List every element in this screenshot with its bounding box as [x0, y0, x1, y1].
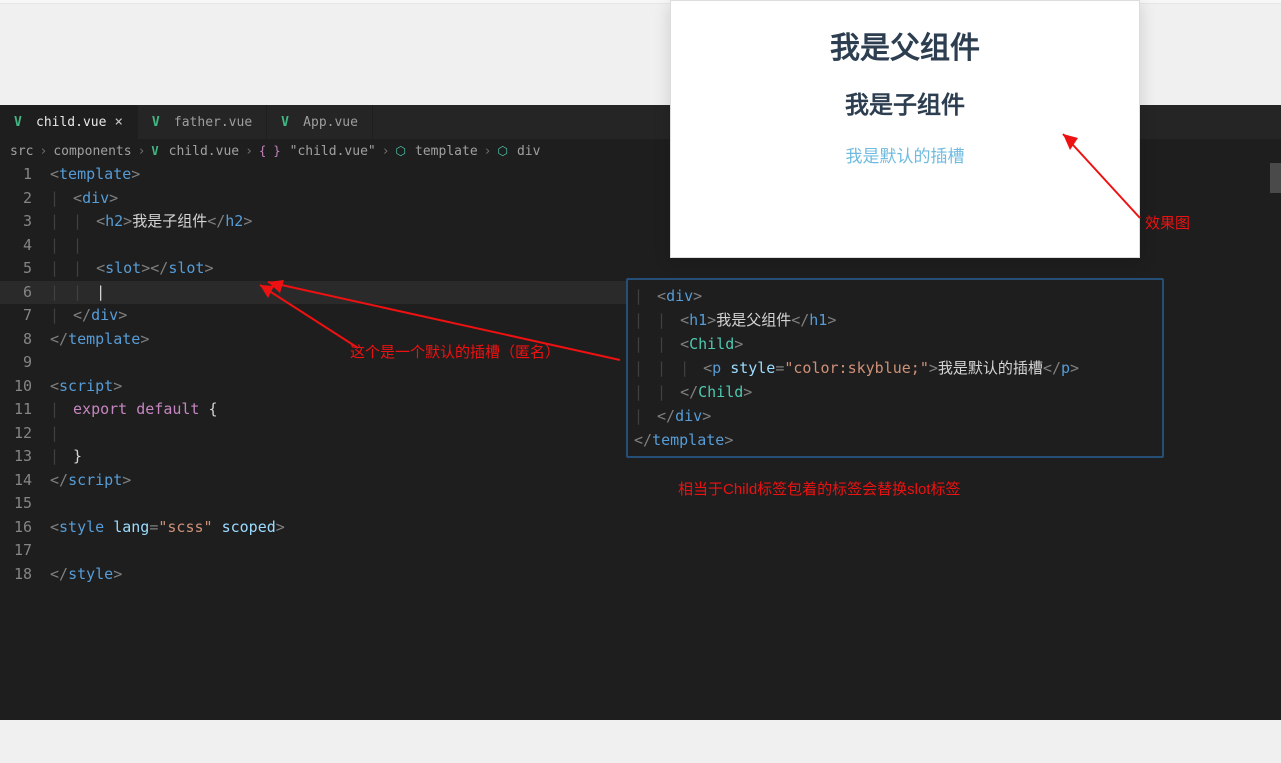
tab-father-vue[interactable]: father.vue — [138, 105, 267, 139]
vue-icon — [152, 115, 166, 129]
vue-icon — [151, 144, 162, 159]
line-number: 16 — [0, 516, 50, 540]
line-number: 10 — [0, 375, 50, 399]
cube-icon — [497, 144, 510, 159]
line-number: 3 — [0, 210, 50, 234]
render-preview-panel: 我是父组件 我是子组件 我是默认的插槽 — [670, 0, 1140, 258]
breadcrumb-item[interactable]: template — [415, 144, 478, 159]
line-number: 8 — [0, 328, 50, 352]
line-number: 5 — [0, 257, 50, 281]
line-number: 18 — [0, 563, 50, 587]
preview-h2: 我是子组件 — [671, 85, 1139, 120]
line-number: 11 — [0, 398, 50, 422]
chevron-right-icon: › — [39, 144, 47, 159]
line-number: 2 — [0, 187, 50, 211]
tab-label: App.vue — [303, 115, 358, 130]
tab-child-vue[interactable]: child.vue × — [0, 105, 138, 139]
breadcrumb-item[interactable]: "child.vue" — [290, 144, 376, 159]
tab-app-vue[interactable]: App.vue — [267, 105, 373, 139]
tab-label: father.vue — [174, 115, 252, 130]
line-number: 6 — [0, 281, 50, 305]
breadcrumb-item[interactable]: src — [10, 144, 33, 159]
annotation-slot: 这个是一个默认的插槽（匿名） — [350, 341, 560, 362]
preview-slot-text: 我是默认的插槽 — [671, 142, 1139, 167]
line-number: 17 — [0, 539, 50, 563]
code-editor-main[interactable]: 1<template> 2| <div> 3| | <h2>我是子组件</h2>… — [0, 163, 640, 586]
chevron-right-icon: › — [484, 144, 492, 159]
line-number: 4 — [0, 234, 50, 258]
annotation-replace: 相当于Child标签包着的标签会替换slot标签 — [678, 478, 961, 499]
line-number: 12 — [0, 422, 50, 446]
vue-icon — [14, 115, 28, 129]
line-number: 9 — [0, 351, 50, 375]
chevron-right-icon: › — [382, 144, 390, 159]
annotation-preview: 效果图 — [1145, 212, 1190, 233]
code-snippet-father[interactable]: | <div> | | <h1>我是父组件</h1> | | <Child> |… — [626, 278, 1164, 458]
chevron-right-icon: › — [245, 144, 253, 159]
breadcrumb-item[interactable]: child.vue — [169, 144, 239, 159]
cube-icon — [396, 144, 409, 159]
preview-h1: 我是父组件 — [671, 23, 1139, 67]
line-number: 1 — [0, 163, 50, 187]
tab-label: child.vue — [36, 115, 106, 130]
breadcrumb-item[interactable]: div — [517, 144, 540, 159]
close-icon[interactable]: × — [114, 114, 122, 130]
line-number: 7 — [0, 304, 50, 328]
braces-icon — [259, 144, 284, 159]
line-number: 13 — [0, 445, 50, 469]
line-number: 15 — [0, 492, 50, 516]
scrollbar[interactable] — [1270, 163, 1281, 193]
breadcrumb-item[interactable]: components — [53, 144, 131, 159]
line-number: 14 — [0, 469, 50, 493]
chevron-right-icon: › — [138, 144, 146, 159]
vue-icon — [281, 115, 295, 129]
